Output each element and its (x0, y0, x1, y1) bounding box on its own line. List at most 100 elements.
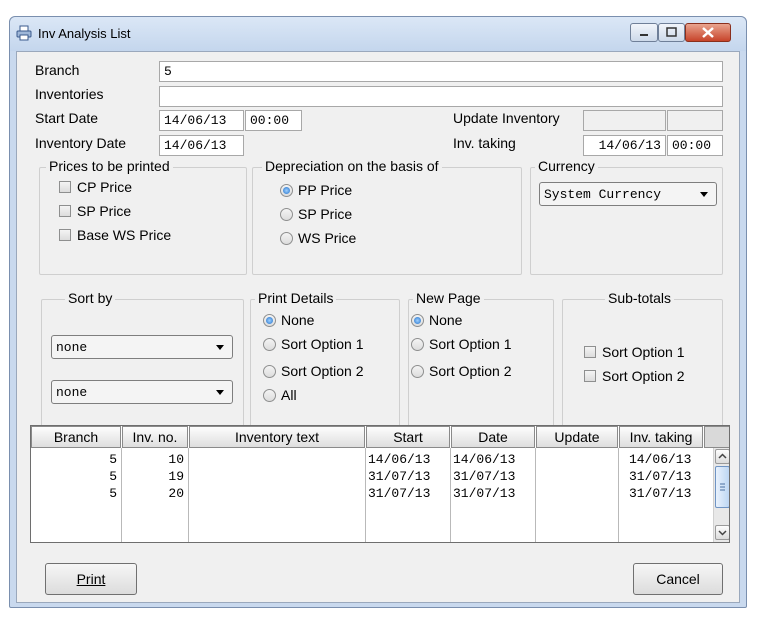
inventories-field[interactable] (159, 86, 723, 107)
radio-label: None (429, 312, 463, 328)
window-title: Inv Analysis List (38, 26, 131, 41)
depreciation-group (252, 167, 522, 275)
column-header-inventory-text[interactable]: Inventory text (189, 426, 365, 448)
cell-inv-no: 20 (168, 486, 184, 501)
currency-legend: Currency (535, 158, 598, 174)
radio-label: SP Price (298, 206, 353, 222)
select-value: none (56, 340, 88, 355)
select-value: none (56, 385, 88, 400)
depreciation-legend: Depreciation on the basis of (262, 158, 442, 174)
new-page-legend: New Page (413, 290, 484, 306)
checkbox-label: CP Price (77, 179, 132, 195)
checkbox-box (59, 181, 71, 193)
radio-dot (263, 314, 276, 327)
subtotals-legend: Sub-totals (605, 290, 675, 306)
inventory-date-label: Inventory Date (35, 135, 127, 151)
radio-dot (263, 365, 276, 378)
radio-dot (280, 184, 293, 197)
branch-label: Branch (35, 62, 80, 78)
cell-inv-taking: 14/06/13 (629, 452, 692, 467)
radio-label: WS Price (298, 230, 357, 246)
grip-icon (720, 483, 725, 491)
radio-label: All (281, 387, 297, 403)
checkbox-label: Sort Option 1 (602, 344, 685, 360)
inventory-table[interactable]: Branch Inv. no. Inventory text Start Dat… (30, 425, 730, 543)
scroll-down-button[interactable] (715, 525, 729, 540)
prices-legend: Prices to be printed (46, 158, 173, 174)
table-row[interactable]: 5 19 31/07/13 31/07/13 31/07/13 (31, 469, 711, 485)
chevron-down-icon (216, 390, 224, 395)
column-header-start[interactable]: Start (366, 426, 450, 448)
cell-start: 31/07/13 (368, 469, 431, 484)
checkbox-box (584, 370, 596, 382)
cancel-button[interactable]: Cancel (633, 563, 723, 595)
branch-field[interactable]: 5 (159, 61, 723, 82)
table-row[interactable]: 5 20 31/07/13 31/07/13 31/07/13 (31, 486, 711, 502)
column-header-branch[interactable]: Branch (31, 426, 121, 448)
radio-dot (411, 338, 424, 351)
inventories-label: Inventories (35, 86, 104, 102)
currency-select[interactable]: System Currency (539, 182, 717, 206)
radio-label: Sort Option 2 (429, 363, 512, 379)
column-header-date[interactable]: Date (451, 426, 535, 448)
radio-dot (280, 232, 293, 245)
sort-by-legend: Sort by (65, 290, 116, 306)
scroll-thumb[interactable] (715, 466, 729, 508)
radio-label: Sort Option 2 (281, 363, 364, 379)
maximize-button[interactable] (658, 23, 685, 42)
checkbox-label: Sort Option 2 (602, 368, 685, 384)
close-button[interactable] (685, 23, 731, 42)
minimize-button[interactable] (630, 23, 658, 42)
cell-start: 14/06/13 (368, 452, 431, 467)
checkbox-box (59, 205, 71, 217)
sort-by-first-select[interactable]: none (51, 335, 233, 359)
inventory-date-field[interactable]: 14/06/13 (159, 135, 244, 156)
inv-taking-date-field[interactable]: 14/06/13 (583, 135, 666, 156)
chevron-up-icon (718, 453, 727, 459)
currency-select-value: System Currency (544, 187, 662, 202)
inv-taking-label: Inv. taking (453, 135, 516, 151)
print-button[interactable]: Print (45, 563, 137, 595)
radio-label: PP Price (298, 182, 353, 198)
sort-by-group (41, 299, 244, 437)
table-row[interactable]: 5 10 14/06/13 14/06/13 14/06/13 (31, 452, 711, 468)
update-inventory-label: Update Inventory (453, 110, 560, 126)
chevron-down-icon (700, 192, 708, 197)
column-header-inv-taking[interactable]: Inv. taking (619, 426, 703, 448)
checkbox-label: Base WS Price (77, 227, 172, 243)
window: Inv Analysis List Branch 5 Inventories S… (9, 16, 747, 608)
column-header-inv-no[interactable]: Inv. no. (122, 426, 188, 448)
radio-label: Sort Option 1 (281, 336, 364, 352)
column-header-update[interactable]: Update (536, 426, 618, 448)
cell-inv-no: 10 (168, 452, 184, 467)
update-inventory-time-field[interactable] (667, 110, 723, 131)
printer-icon (16, 25, 32, 41)
sort-by-second-select[interactable]: none (51, 380, 233, 404)
cancel-button-label: Cancel (656, 571, 700, 587)
scroll-up-button[interactable] (715, 449, 729, 464)
print-button-label: Print (76, 571, 106, 587)
cell-inv-taking: 31/07/13 (629, 486, 692, 501)
cell-inv-taking: 31/07/13 (629, 469, 692, 484)
cell-date: 14/06/13 (453, 452, 516, 467)
start-date-field[interactable]: 14/06/13 (159, 110, 244, 131)
print-details-legend: Print Details (255, 290, 337, 306)
cell-branch: 5 (109, 486, 117, 501)
start-time-field[interactable]: 00:00 (245, 110, 302, 131)
cell-branch: 5 (109, 452, 117, 467)
table-scrollbar[interactable] (713, 448, 729, 542)
inv-taking-time-field[interactable]: 00:00 (667, 135, 723, 156)
chevron-down-icon (216, 345, 224, 350)
checkbox-box (584, 346, 596, 358)
start-date-label: Start Date (35, 110, 99, 126)
cell-branch: 5 (109, 469, 117, 484)
cell-inv-no: 19 (168, 469, 184, 484)
update-inventory-date-field[interactable] (583, 110, 666, 131)
radio-dot (263, 389, 276, 402)
column-header-filler (704, 426, 729, 448)
radio-dot (280, 208, 293, 221)
title-bar: Inv Analysis List (10, 17, 746, 51)
radio-label: Sort Option 1 (429, 336, 512, 352)
cell-date: 31/07/13 (453, 469, 516, 484)
checkbox-label: SP Price (77, 203, 132, 219)
